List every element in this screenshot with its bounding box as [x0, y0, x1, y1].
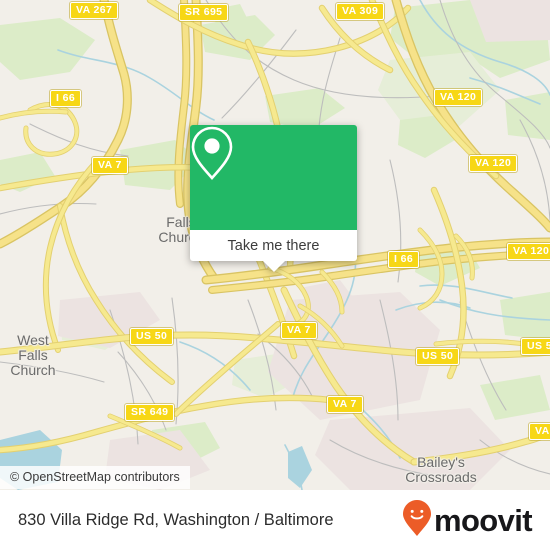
highway-shield-va-309: VA 309	[336, 3, 385, 20]
moovit-logo[interactable]: moovit	[402, 499, 533, 542]
popup-action-bar[interactable]: Take me there	[190, 230, 357, 261]
moovit-pin-icon	[402, 499, 432, 542]
highway-shield-va-120-n: VA 120	[434, 89, 483, 106]
highway-shield-us-50-c: US 50	[416, 348, 460, 365]
highway-shield-va-120-e: VA 120	[469, 155, 518, 172]
highway-shield-va-se: VA	[529, 423, 550, 440]
highway-shield-us-50-w: US 50	[130, 328, 174, 345]
moovit-map-screenshot: .rd { fill:none; stroke:#f6e98f; stroke-…	[0, 0, 550, 550]
address-label: 830 Villa Ridge Rd, Washington / Baltimo…	[18, 510, 334, 529]
map-canvas[interactable]: .rd { fill:none; stroke:#f6e98f; stroke-…	[0, 0, 550, 490]
highway-shield-va-120-se: VA 120	[507, 243, 550, 260]
moovit-wordmark: moovit	[433, 502, 533, 538]
highway-shield-va-267: VA 267	[70, 2, 119, 19]
highway-shield-i-66-nw: I 66	[50, 90, 82, 107]
take-me-there-label: Take me there	[227, 237, 320, 254]
highway-shield-va-7-w: VA 7	[92, 157, 128, 174]
highway-shield-sr-649: SR 649	[125, 404, 175, 421]
osm-attribution[interactable]: © OpenStreetMap contributors	[0, 466, 190, 489]
highway-shield-va-7-c: VA 7	[281, 322, 317, 339]
highway-shield-us-50-e: US 50	[521, 338, 550, 355]
popup-header	[190, 125, 357, 230]
highway-shield-va-7-s: VA 7	[327, 396, 363, 413]
highway-shield-sr-695: SR 695	[179, 4, 229, 21]
popup-pointer-tail	[262, 261, 285, 272]
footer-bar: 830 Villa Ridge Rd, Washington / Baltimo…	[0, 490, 550, 550]
highway-shield-i-66-e: I 66	[388, 251, 420, 268]
take-me-there-popup[interactable]: Take me there	[190, 125, 357, 272]
